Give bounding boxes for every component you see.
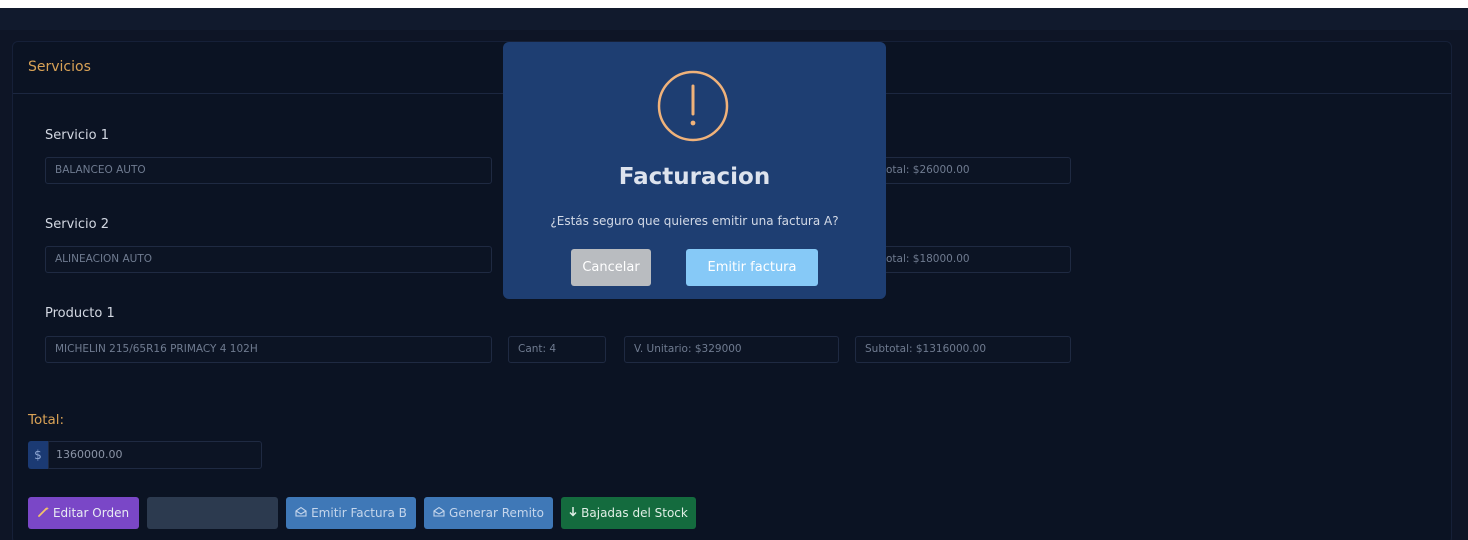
cancel-button[interactable]: Cancelar	[571, 249, 651, 286]
emit-invoice-button[interactable]: Emitir factura	[686, 249, 818, 286]
modal-overlay: Facturacion ¿Estás seguro que quieres em…	[0, 0, 1468, 540]
invoice-confirm-dialog: Facturacion ¿Estás seguro que quieres em…	[503, 42, 886, 299]
dialog-title: Facturacion	[618, 164, 771, 190]
dialog-message: ¿Estás seguro que quieres emitir una fac…	[550, 214, 839, 228]
warning-circle-icon	[655, 68, 731, 144]
